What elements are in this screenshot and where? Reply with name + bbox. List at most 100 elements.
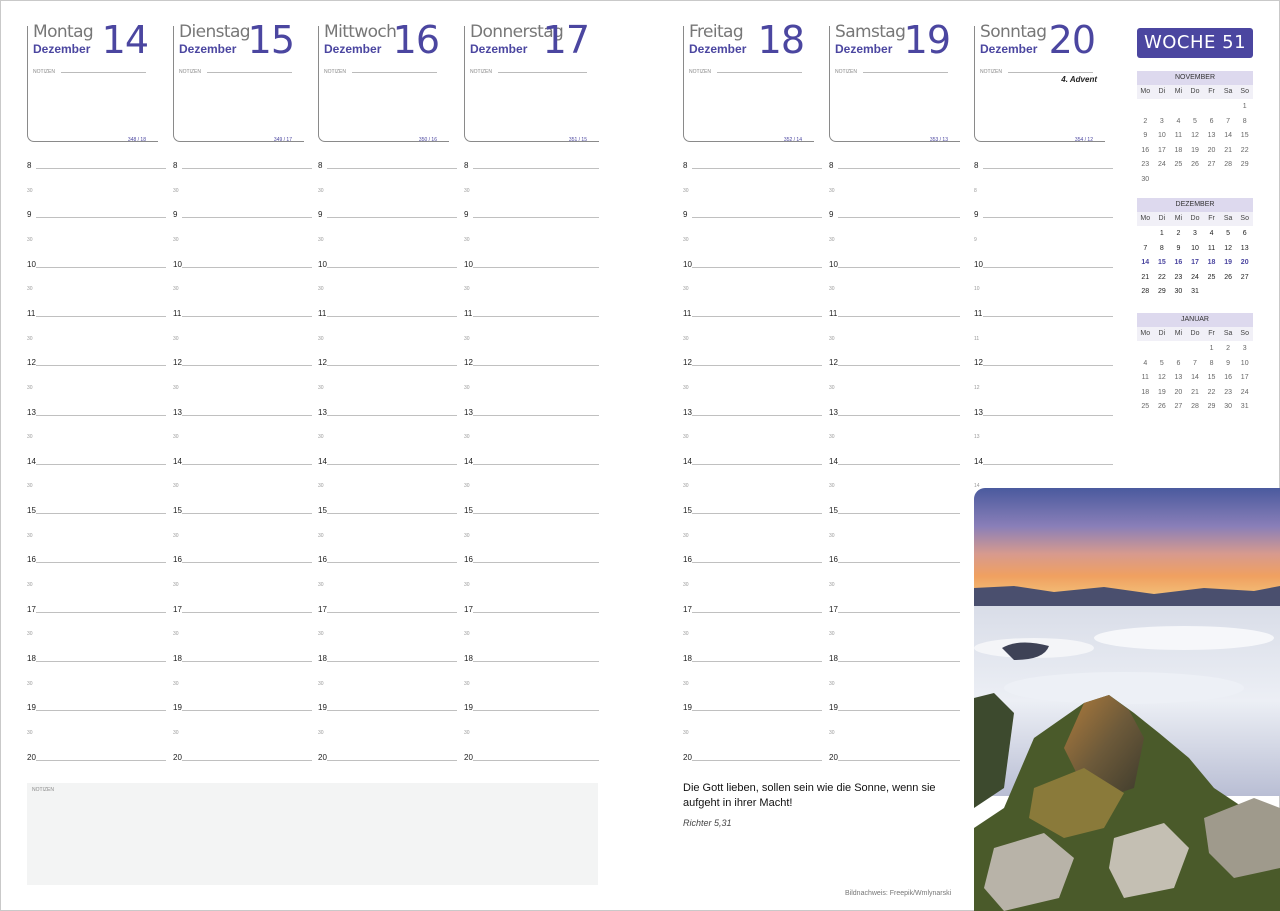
mini-calendar-day[interactable]: 4: [1137, 357, 1154, 372]
half-hour-slot[interactable]: 30: [173, 580, 312, 590]
half-hour-slot[interactable]: 30: [683, 432, 822, 442]
half-hour-slot[interactable]: 30: [173, 383, 312, 393]
time-slot[interactable]: 12: [464, 358, 599, 368]
time-slot[interactable]: 20: [683, 753, 822, 763]
half-hour-slot[interactable]: 30: [464, 432, 599, 442]
time-slot-secondary[interactable]: 8: [974, 186, 1113, 196]
time-slot[interactable]: 8: [173, 161, 312, 171]
time-slot[interactable]: 10: [829, 260, 960, 270]
mini-calendar-day[interactable]: 15: [1236, 129, 1253, 144]
half-hour-slot[interactable]: 30: [464, 383, 599, 393]
mini-calendar-day[interactable]: 6: [1236, 227, 1253, 242]
half-hour-slot[interactable]: 30: [683, 580, 822, 590]
mini-calendar-day[interactable]: 15: [1154, 256, 1171, 271]
time-slot[interactable]: 12: [27, 358, 166, 368]
time-slot[interactable]: 16: [464, 555, 599, 565]
time-slot[interactable]: 12: [974, 358, 1113, 368]
mini-calendar-day[interactable]: 8: [1154, 242, 1171, 257]
half-hour-slot[interactable]: 30: [173, 186, 312, 196]
half-hour-slot[interactable]: 30: [683, 531, 822, 541]
mini-calendar-day[interactable]: 23: [1170, 271, 1187, 286]
time-slot[interactable]: 18: [683, 654, 822, 664]
time-slot[interactable]: 17: [829, 605, 960, 615]
mini-calendar-day[interactable]: 30: [1170, 285, 1187, 300]
mini-calendar-day[interactable]: [1203, 100, 1220, 115]
half-hour-slot[interactable]: 30: [318, 235, 457, 245]
mini-calendar-day[interactable]: 5: [1220, 227, 1237, 242]
half-hour-slot[interactable]: 30: [173, 679, 312, 689]
half-hour-slot[interactable]: 30: [464, 186, 599, 196]
time-slot[interactable]: 14: [974, 457, 1113, 467]
mini-calendar-day[interactable]: 14: [1137, 256, 1154, 271]
mini-calendar-day[interactable]: 12: [1187, 129, 1204, 144]
time-slot[interactable]: 20: [27, 753, 166, 763]
half-hour-slot[interactable]: 30: [683, 481, 822, 491]
half-hour-slot[interactable]: 30: [829, 481, 960, 491]
half-hour-slot[interactable]: 30: [318, 481, 457, 491]
mini-calendar-day[interactable]: 23: [1220, 386, 1237, 401]
mini-calendar-day[interactable]: 25: [1203, 271, 1220, 286]
mini-calendar-day[interactable]: 2: [1137, 115, 1154, 130]
mini-calendar-day[interactable]: 29: [1236, 158, 1253, 173]
mini-calendar-day[interactable]: 9: [1137, 129, 1154, 144]
mini-calendar-day[interactable]: 28: [1187, 400, 1204, 415]
mini-calendar-day[interactable]: 24: [1236, 386, 1253, 401]
time-slot[interactable]: 20: [829, 753, 960, 763]
time-slot[interactable]: 17: [27, 605, 166, 615]
time-slot[interactable]: 18: [27, 654, 166, 664]
mini-calendar-day[interactable]: 30: [1137, 173, 1154, 188]
time-slot[interactable]: 11: [974, 309, 1113, 319]
half-hour-slot[interactable]: 30: [318, 284, 457, 294]
mini-calendar-day[interactable]: 14: [1187, 371, 1204, 386]
half-hour-slot[interactable]: 30: [829, 679, 960, 689]
time-slot[interactable]: 16: [27, 555, 166, 565]
half-hour-slot[interactable]: 30: [318, 432, 457, 442]
time-slot[interactable]: 15: [173, 506, 312, 516]
half-hour-slot[interactable]: 30: [683, 383, 822, 393]
mini-calendar-day[interactable]: 16: [1170, 256, 1187, 271]
half-hour-slot[interactable]: 30: [829, 235, 960, 245]
mini-calendar-day[interactable]: 19: [1154, 386, 1171, 401]
mini-calendar-day[interactable]: 29: [1203, 400, 1220, 415]
mini-calendar-day[interactable]: 17: [1154, 144, 1171, 159]
half-hour-slot[interactable]: 30: [464, 334, 599, 344]
mini-calendar-day[interactable]: [1187, 342, 1204, 357]
half-hour-slot[interactable]: 30: [173, 728, 312, 738]
time-slot-secondary[interactable]: 12: [974, 383, 1113, 393]
time-slot[interactable]: 14: [27, 457, 166, 467]
time-slot[interactable]: 18: [173, 654, 312, 664]
half-hour-slot[interactable]: 30: [829, 284, 960, 294]
mini-calendar-day[interactable]: 7: [1220, 115, 1237, 130]
time-slot[interactable]: 19: [173, 703, 312, 713]
time-slot[interactable]: 9: [318, 210, 457, 220]
mini-calendar-day[interactable]: 18: [1203, 256, 1220, 271]
half-hour-slot[interactable]: 30: [27, 383, 166, 393]
time-slot[interactable]: 20: [173, 753, 312, 763]
mini-calendar-day[interactable]: 20: [1236, 256, 1253, 271]
mini-calendar-day[interactable]: 2: [1170, 227, 1187, 242]
half-hour-slot[interactable]: 30: [829, 334, 960, 344]
half-hour-slot[interactable]: 30: [829, 580, 960, 590]
time-slot[interactable]: 15: [27, 506, 166, 516]
mini-calendar-day[interactable]: 18: [1137, 386, 1154, 401]
half-hour-slot[interactable]: 30: [683, 334, 822, 344]
mini-calendar-day[interactable]: 31: [1187, 285, 1204, 300]
half-hour-slot[interactable]: 30: [683, 235, 822, 245]
mini-calendar-day[interactable]: 25: [1137, 400, 1154, 415]
mini-calendar-day[interactable]: 3: [1154, 115, 1171, 130]
time-slot[interactable]: 17: [173, 605, 312, 615]
mini-calendar-day[interactable]: 4: [1203, 227, 1220, 242]
half-hour-slot[interactable]: 30: [27, 432, 166, 442]
mini-calendar-day[interactable]: 22: [1203, 386, 1220, 401]
mini-calendar-day[interactable]: [1220, 100, 1237, 115]
half-hour-slot[interactable]: 30: [464, 481, 599, 491]
half-hour-slot[interactable]: 30: [464, 580, 599, 590]
time-slot[interactable]: 18: [464, 654, 599, 664]
time-slot[interactable]: 9: [173, 210, 312, 220]
half-hour-slot[interactable]: 30: [27, 186, 166, 196]
time-slot[interactable]: 9: [27, 210, 166, 220]
mini-calendar-day[interactable]: [1154, 342, 1171, 357]
half-hour-slot[interactable]: 30: [464, 629, 599, 639]
time-slot-secondary[interactable]: 10: [974, 284, 1113, 294]
half-hour-slot[interactable]: 30: [318, 334, 457, 344]
